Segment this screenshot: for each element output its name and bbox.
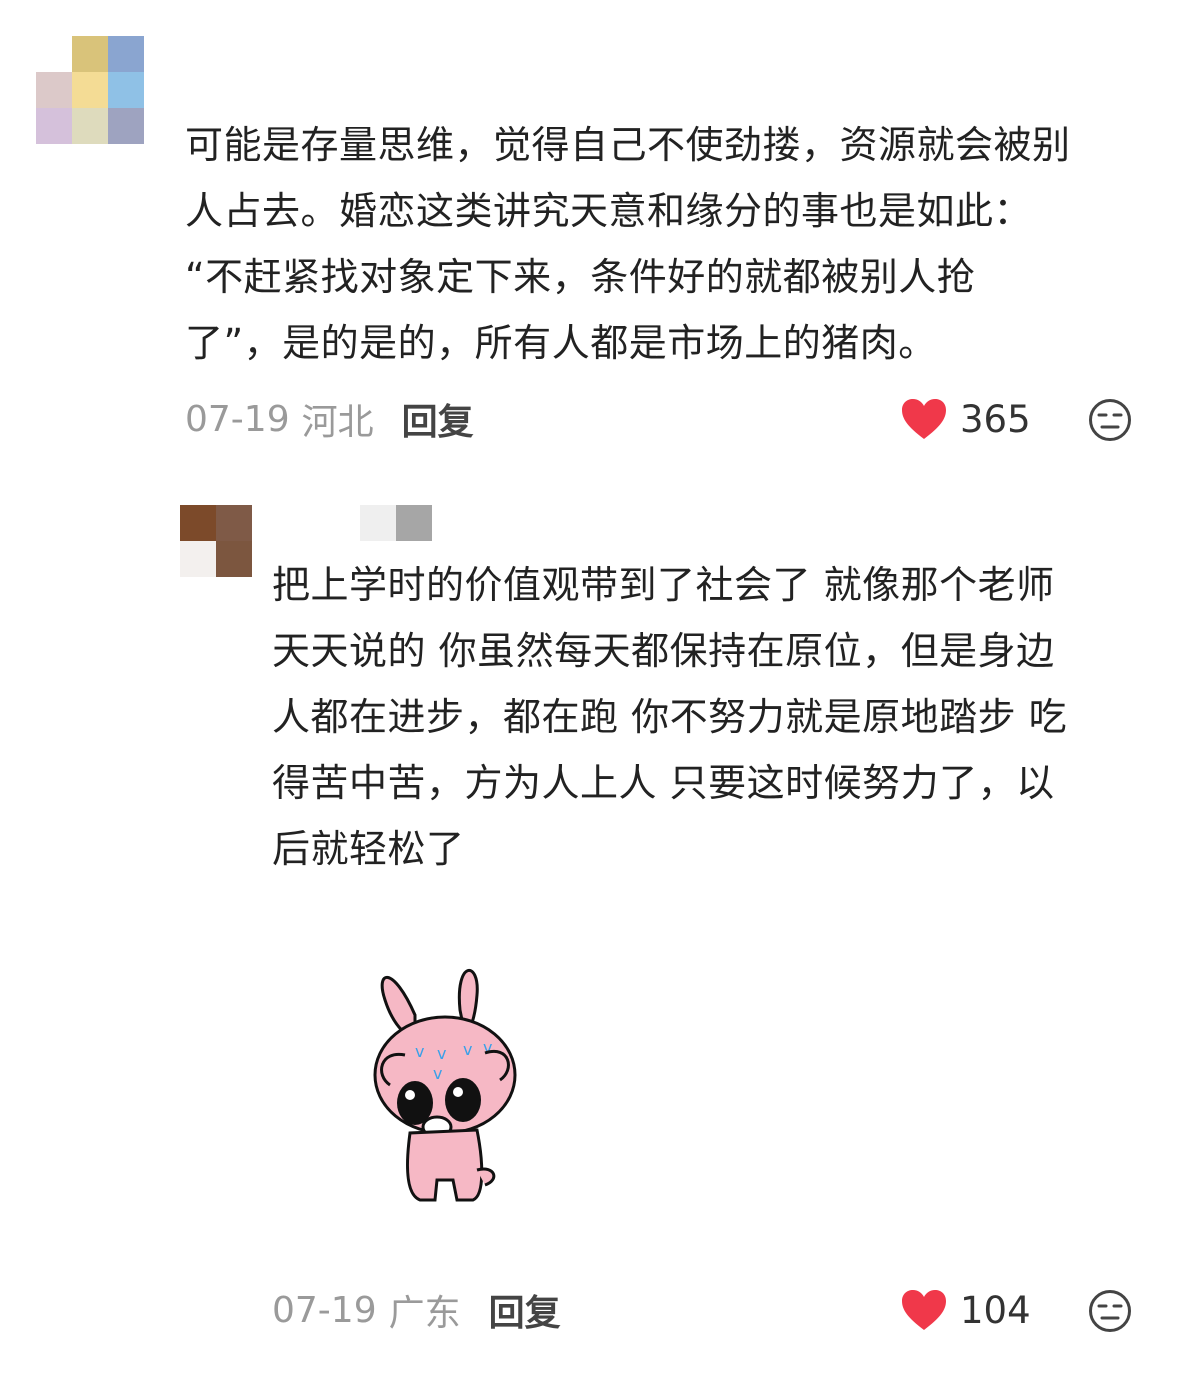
heart-icon bbox=[902, 399, 946, 439]
reply-button[interactable]: 回复 bbox=[489, 1284, 561, 1336]
neutral-face-icon[interactable] bbox=[1088, 1289, 1132, 1333]
like-count: 365 bbox=[960, 397, 1031, 441]
crying-bunny-sticker: v v v v v bbox=[373, 968, 517, 1202]
neutral-face-icon[interactable] bbox=[1088, 398, 1132, 442]
reply-text: 把上学时的价值观带到了社会了 就像那个老师 天天说的 你虽然每天都保持在原位，但… bbox=[272, 563, 1068, 871]
avatar[interactable] bbox=[180, 505, 252, 577]
comment-meta: 07-19 河北 回复 bbox=[185, 394, 474, 444]
heart-icon bbox=[902, 1290, 946, 1330]
svg-text:v: v bbox=[437, 1044, 446, 1063]
avatar[interactable] bbox=[36, 36, 144, 144]
comment-region: 广东 bbox=[388, 1293, 461, 1334]
username-blurred[interactable] bbox=[360, 505, 432, 541]
svg-text:v: v bbox=[483, 1038, 492, 1057]
svg-text:v: v bbox=[433, 1064, 442, 1083]
like-count: 104 bbox=[960, 1288, 1031, 1332]
comment-region: 河北 bbox=[301, 402, 374, 443]
svg-text:v: v bbox=[463, 1040, 472, 1059]
like-button[interactable]: 104 bbox=[900, 1285, 1031, 1335]
like-button[interactable]: 365 bbox=[900, 394, 1031, 444]
svg-text:v: v bbox=[415, 1042, 424, 1061]
reply-button[interactable]: 回复 bbox=[402, 393, 474, 445]
comment-text: 可能是存量思维，觉得自己不使劲搂，资源就会被别 人占去。婚恋这类讲究天意和缘分的… bbox=[185, 123, 1071, 365]
comment-date: 07-19 bbox=[272, 1289, 377, 1331]
comment-meta: 07-19 广东 回复 bbox=[272, 1285, 561, 1335]
comment-date: 07-19 bbox=[185, 398, 290, 440]
